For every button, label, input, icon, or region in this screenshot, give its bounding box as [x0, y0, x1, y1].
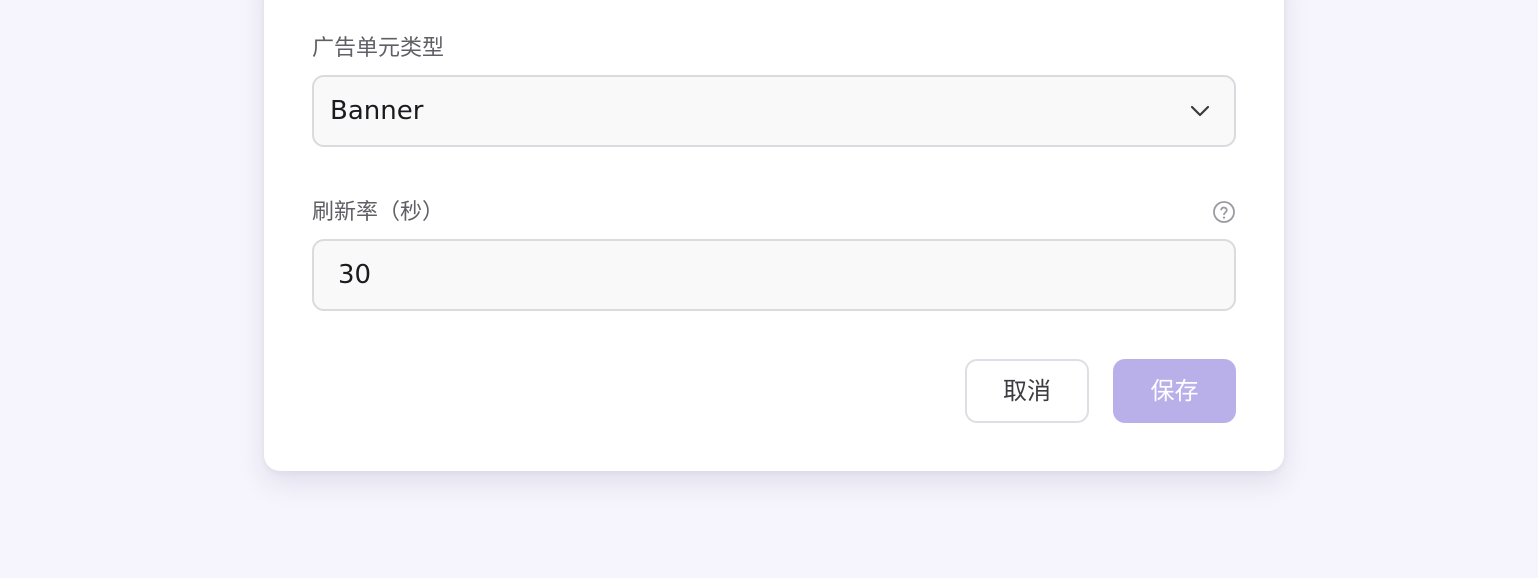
ad-unit-type-label: 广告单元类型 — [312, 36, 445, 61]
ad-unit-type-selected-value: Banner — [330, 96, 424, 126]
refresh-rate-label: 刷新率（秒） — [312, 200, 445, 225]
ad-unit-type-select[interactable]: Banner — [312, 75, 1236, 147]
refresh-rate-field[interactable] — [312, 239, 1236, 311]
chevron-down-icon — [1190, 105, 1210, 117]
cancel-button[interactable]: 取消 — [965, 359, 1089, 423]
refresh-rate-input[interactable] — [314, 241, 1234, 309]
form-card: 广告单元类型 Banner 刷新率（秒） 取消 保存 — [264, 0, 1284, 471]
help-circle-icon[interactable] — [1212, 200, 1236, 224]
save-button[interactable]: 保存 — [1113, 359, 1236, 423]
